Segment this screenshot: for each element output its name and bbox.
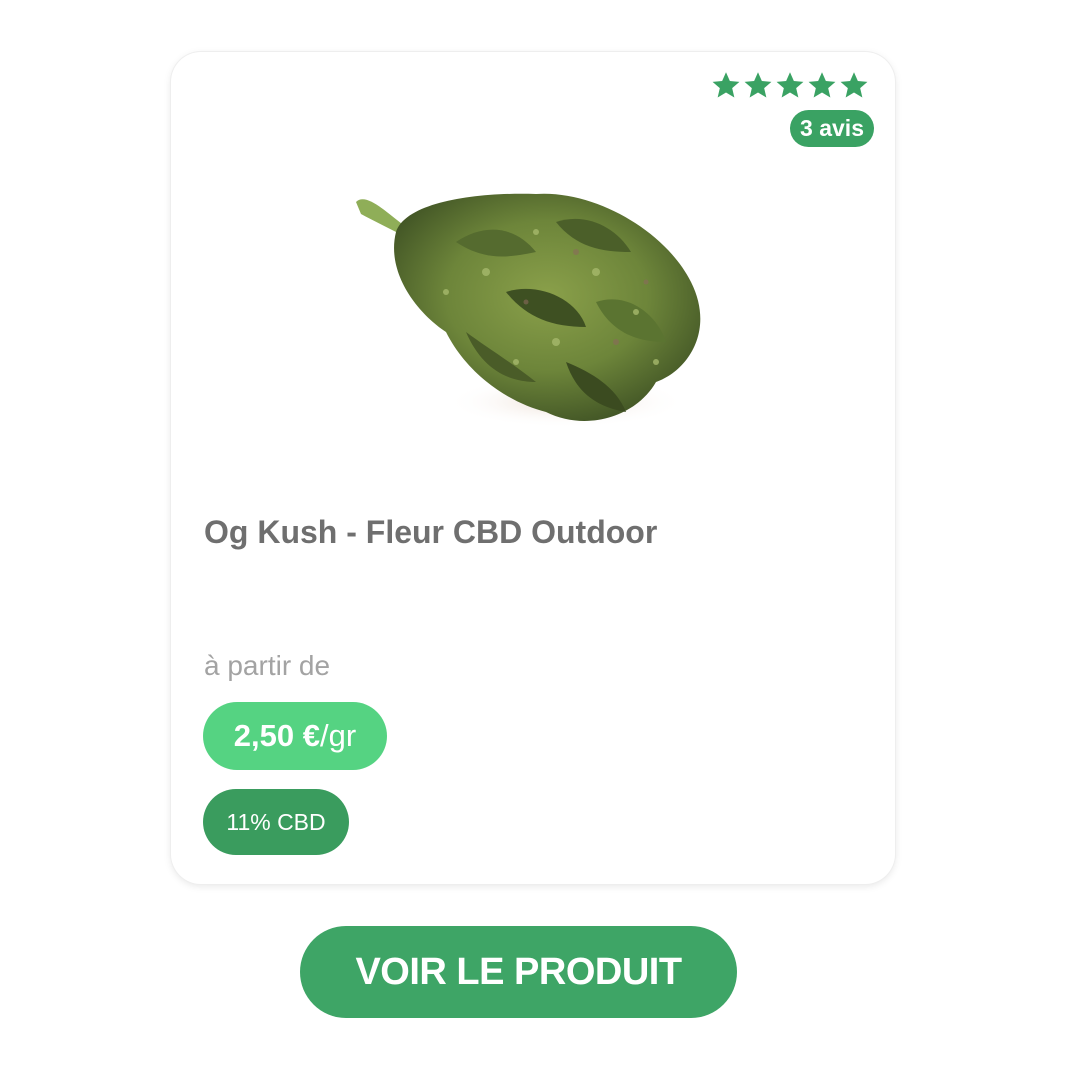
star-icon — [744, 72, 772, 98]
product-title[interactable]: Og Kush - Fleur CBD Outdoor — [204, 514, 657, 551]
price-from-label: à partir de — [204, 650, 331, 681]
price-amount: 2,50 € — [233, 718, 320, 753]
price-badge: 2,50 €/gr — [203, 702, 387, 770]
view-product-button[interactable]: VOIR LE PRODUIT — [300, 926, 737, 1018]
star-icon — [776, 72, 804, 98]
star-icon — [808, 72, 836, 98]
price-unit: /gr — [320, 718, 357, 753]
reviews-count-badge[interactable]: 3 avis — [790, 110, 874, 147]
cbd-flower-bud-image — [356, 193, 701, 428]
product-card[interactable]: 3 avis Og Kush - Fleur CBD Outdoor à par… — [171, 52, 895, 884]
star-rating — [711, 70, 869, 100]
star-icon — [840, 72, 868, 98]
cbd-percentage-badge: 11% CBD — [203, 789, 349, 855]
star-icon — [712, 72, 740, 98]
product-image[interactable] — [336, 132, 736, 462]
